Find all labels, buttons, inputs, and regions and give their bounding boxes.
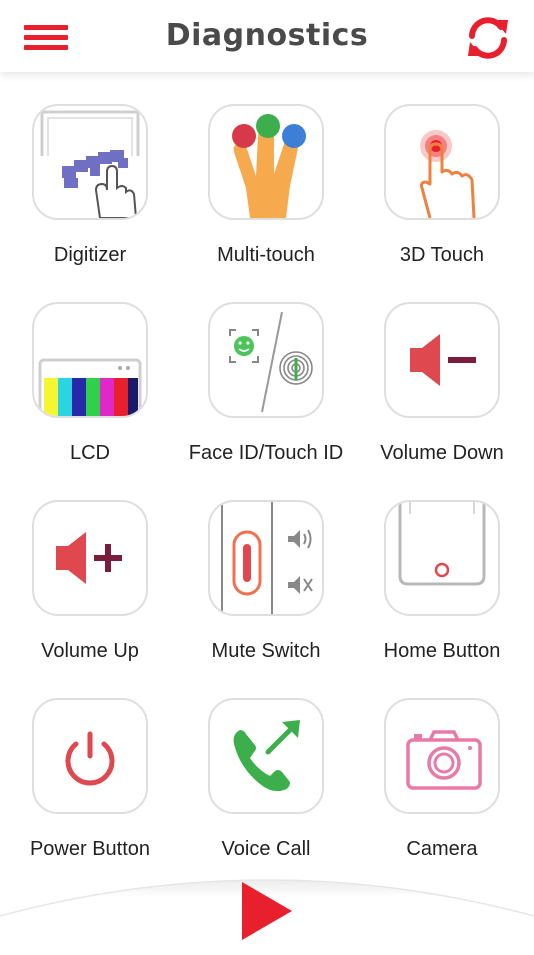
test-label: Mute Switch: [211, 640, 321, 662]
test-tile-home-button[interactable]: Home Button: [354, 500, 530, 698]
test-label: Volume Up: [41, 640, 139, 662]
test-label: Volume Down: [380, 442, 504, 464]
test-label: Home Button: [383, 640, 501, 662]
test-tile-lcd[interactable]: LCD: [2, 302, 178, 500]
test-label: LCD: [69, 442, 110, 464]
test-label: Voice Call: [221, 838, 311, 860]
power-icon: [32, 698, 148, 814]
test-tile-mute-switch[interactable]: Mute Switch: [178, 500, 354, 698]
test-label: Multi-touch: [217, 244, 315, 266]
camera-icon: [384, 698, 500, 814]
test-tile-face-id-touch-id[interactable]: Face ID/Touch ID: [178, 302, 354, 500]
test-label: Digitizer: [53, 244, 127, 266]
digitizer-icon: [32, 104, 148, 220]
refresh-icon[interactable]: [464, 14, 512, 62]
face-id-touch-id-icon: [208, 302, 324, 418]
lcd-icon: [32, 302, 148, 418]
mute-switch-icon: [208, 500, 324, 616]
test-tile-multi-touch[interactable]: Multi-touch: [178, 104, 354, 302]
home-button-icon: [384, 500, 500, 616]
test-label: Camera: [406, 838, 478, 860]
test-tile-volume-down[interactable]: Volume Down: [354, 302, 530, 500]
volume-down-icon: [384, 302, 500, 418]
3d-touch-icon: [384, 104, 500, 220]
volume-up-icon: [32, 500, 148, 616]
test-label: Face ID/Touch ID: [188, 442, 344, 464]
multi-touch-icon: [208, 104, 324, 220]
voice-call-icon: [208, 698, 324, 814]
test-tile-digitizer[interactable]: Digitizer: [2, 104, 178, 302]
page-title: Diagnostics: [165, 18, 369, 53]
test-label: 3D Touch: [399, 244, 485, 266]
app-header: Diagnostics: [0, 0, 534, 72]
play-icon[interactable]: [240, 880, 296, 942]
test-tile-volume-up[interactable]: Volume Up: [2, 500, 178, 698]
test-tile-3d-touch[interactable]: 3D Touch: [354, 104, 530, 302]
test-label: Power Button: [29, 838, 151, 860]
